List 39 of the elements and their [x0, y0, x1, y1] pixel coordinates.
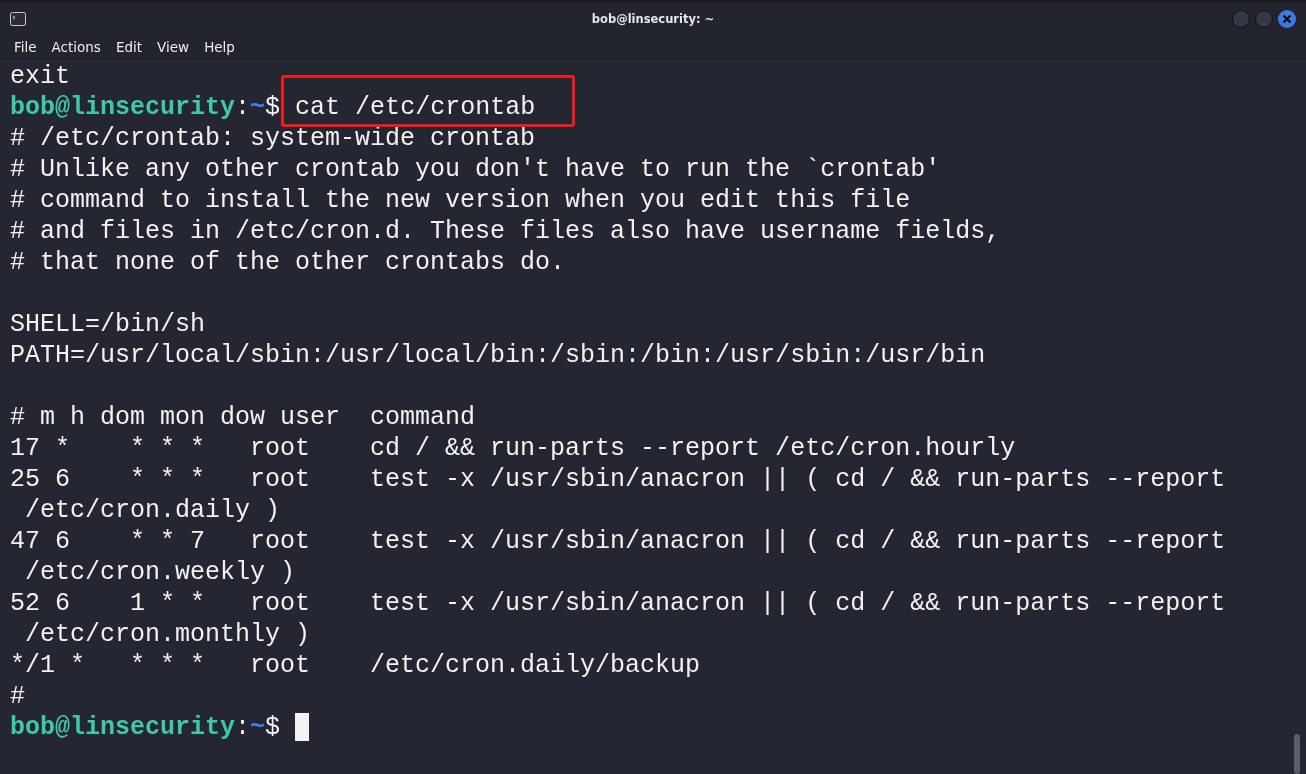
output-line: PATH=/usr/local/sbin:/usr/local/bin:/sbin:/bin:/usr/sbin:/usr/bin [10, 340, 987, 371]
prompt-path: ~ [250, 713, 266, 742]
maximize-button[interactable] [1255, 10, 1273, 28]
output-line: # that none of the other crontabs do. [10, 247, 567, 278]
menu-item[interactable]: Edit [115, 38, 143, 55]
prompt-separator: : [235, 713, 251, 742]
prompt-separator: : [235, 93, 251, 122]
minimize-button[interactable] [1232, 10, 1250, 28]
prompt-path: ~ [250, 93, 266, 122]
output-line: SHELL=/bin/sh [10, 309, 207, 340]
prompt-user-host: bob@linsecurity [10, 93, 236, 122]
output-line: /etc/cron.daily ) [24, 495, 282, 526]
output-line: # /etc/crontab: system-wide crontab [10, 123, 537, 154]
menu-item[interactable]: File [14, 38, 37, 55]
text-cursor [295, 713, 310, 742]
scrollbar-thumb[interactable] [1294, 734, 1300, 774]
menu-item[interactable]: Actions [51, 38, 101, 55]
output-line: /etc/cron.monthly ) [24, 619, 312, 650]
output-line: # Unlike any other crontab you don't have to run the `crontab' [10, 154, 942, 185]
close-icon[interactable] [1278, 10, 1296, 28]
output-line: 52 6 1 * * root test -x /usr/sbin/anacron || ( cd / && run-parts --report [10, 588, 1227, 619]
prompt-symbol: $ [265, 713, 281, 742]
output-line: # m h dom mon dow user command [10, 402, 477, 433]
menu-item[interactable]: Help [204, 38, 235, 55]
output-line: 47 6 * * 7 root test -x /usr/sbin/anacron || ( cd / && run-parts --report [10, 526, 1227, 557]
prompt-symbol: $ [265, 93, 281, 122]
output-line: */1 * * * * root /etc/cron.daily/backup [10, 650, 702, 681]
command-text: cat /etc/crontab [295, 93, 536, 122]
menu-item[interactable]: View [157, 38, 190, 55]
output-line: # and files in /etc/cron.d. These files also have username fields, [10, 216, 1002, 247]
terminal-icon [10, 12, 26, 26]
output-line: 25 6 * * * root test -x /usr/sbin/anacron || ( cd / && run-parts --report [10, 464, 1227, 495]
output-line: 17 * * * * root cd / && run-parts --report /etc/cron.hourly [10, 433, 1017, 464]
output-line: # command to install the new version when you edit this file [10, 185, 912, 216]
output-line: exit [10, 61, 71, 92]
window-title: bob@linsecurity: ~ [590, 12, 716, 26]
output-line: # [10, 681, 26, 712]
prompt-user-host: bob@linsecurity [10, 713, 236, 742]
output-line: /etc/cron.weekly ) [24, 557, 297, 588]
